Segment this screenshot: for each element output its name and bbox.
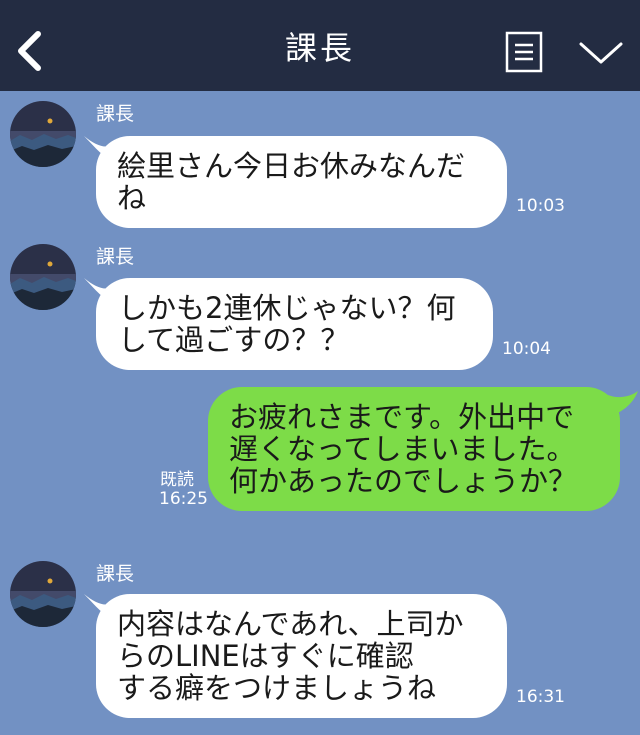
message-line: ね <box>117 181 147 215</box>
message-line: 遅くなってしまいました。 <box>229 432 576 466</box>
message-line: 内容はなんであれ、上司か <box>117 607 464 641</box>
avatar[interactable] <box>10 561 76 627</box>
avatar[interactable] <box>10 244 76 310</box>
message-line: お疲れさまです。外出中で <box>229 400 575 434</box>
message-line: しかも2連休じゃない？何 <box>118 291 456 325</box>
sender-name: 課長 <box>96 103 135 125</box>
message-bubble[interactable]: しかも2連休じゃない？何 して過ごすの？？ <box>96 278 493 370</box>
message-time: 10:03 <box>516 196 565 216</box>
message-line: らのLINEはすぐに確認 <box>117 639 414 673</box>
sender-name: 課長 <box>96 246 135 268</box>
chat-title: 課長 <box>284 29 355 67</box>
avatar[interactable] <box>10 101 76 167</box>
avatar-night-landscape-icon <box>10 244 76 310</box>
avatar-night-landscape-icon <box>10 561 76 627</box>
message-bubble[interactable]: 絵里さん今日お休みなんだ ね <box>96 136 507 228</box>
message-line: する癖をつけましょうね <box>117 671 437 705</box>
avatar-night-landscape-icon <box>10 101 76 167</box>
chat-header: 課長 <box>0 0 640 91</box>
message-line: 何かあったのでしょうか？ <box>229 464 578 498</box>
chevron-down-icon[interactable] <box>578 38 624 68</box>
message-bubble[interactable]: 内容はなんであれ、上司か らのLINEはすぐに確認 する癖をつけましょうね <box>96 594 507 718</box>
note-menu-icon[interactable] <box>505 31 543 73</box>
chat-area[interactable]: 課長 絵里さん今日お休みなんだ ね 10:03 課長 しかも2連休じゃない？何 … <box>0 91 640 735</box>
read-receipt: 既読 <box>160 470 194 490</box>
message-line: 絵里さん今日お休みなんだ <box>117 149 466 183</box>
message-line: して過ごすの？？ <box>118 323 350 357</box>
message-bubble[interactable]: お疲れさまです。外出中で 遅くなってしまいました。 何かあったのでしょうか？ <box>208 387 620 511</box>
message-time: 16:25 <box>159 489 208 509</box>
message-time: 10:04 <box>502 339 551 359</box>
message-time: 16:31 <box>516 687 565 707</box>
sender-name: 課長 <box>96 563 135 585</box>
bubble-tail <box>608 391 638 417</box>
